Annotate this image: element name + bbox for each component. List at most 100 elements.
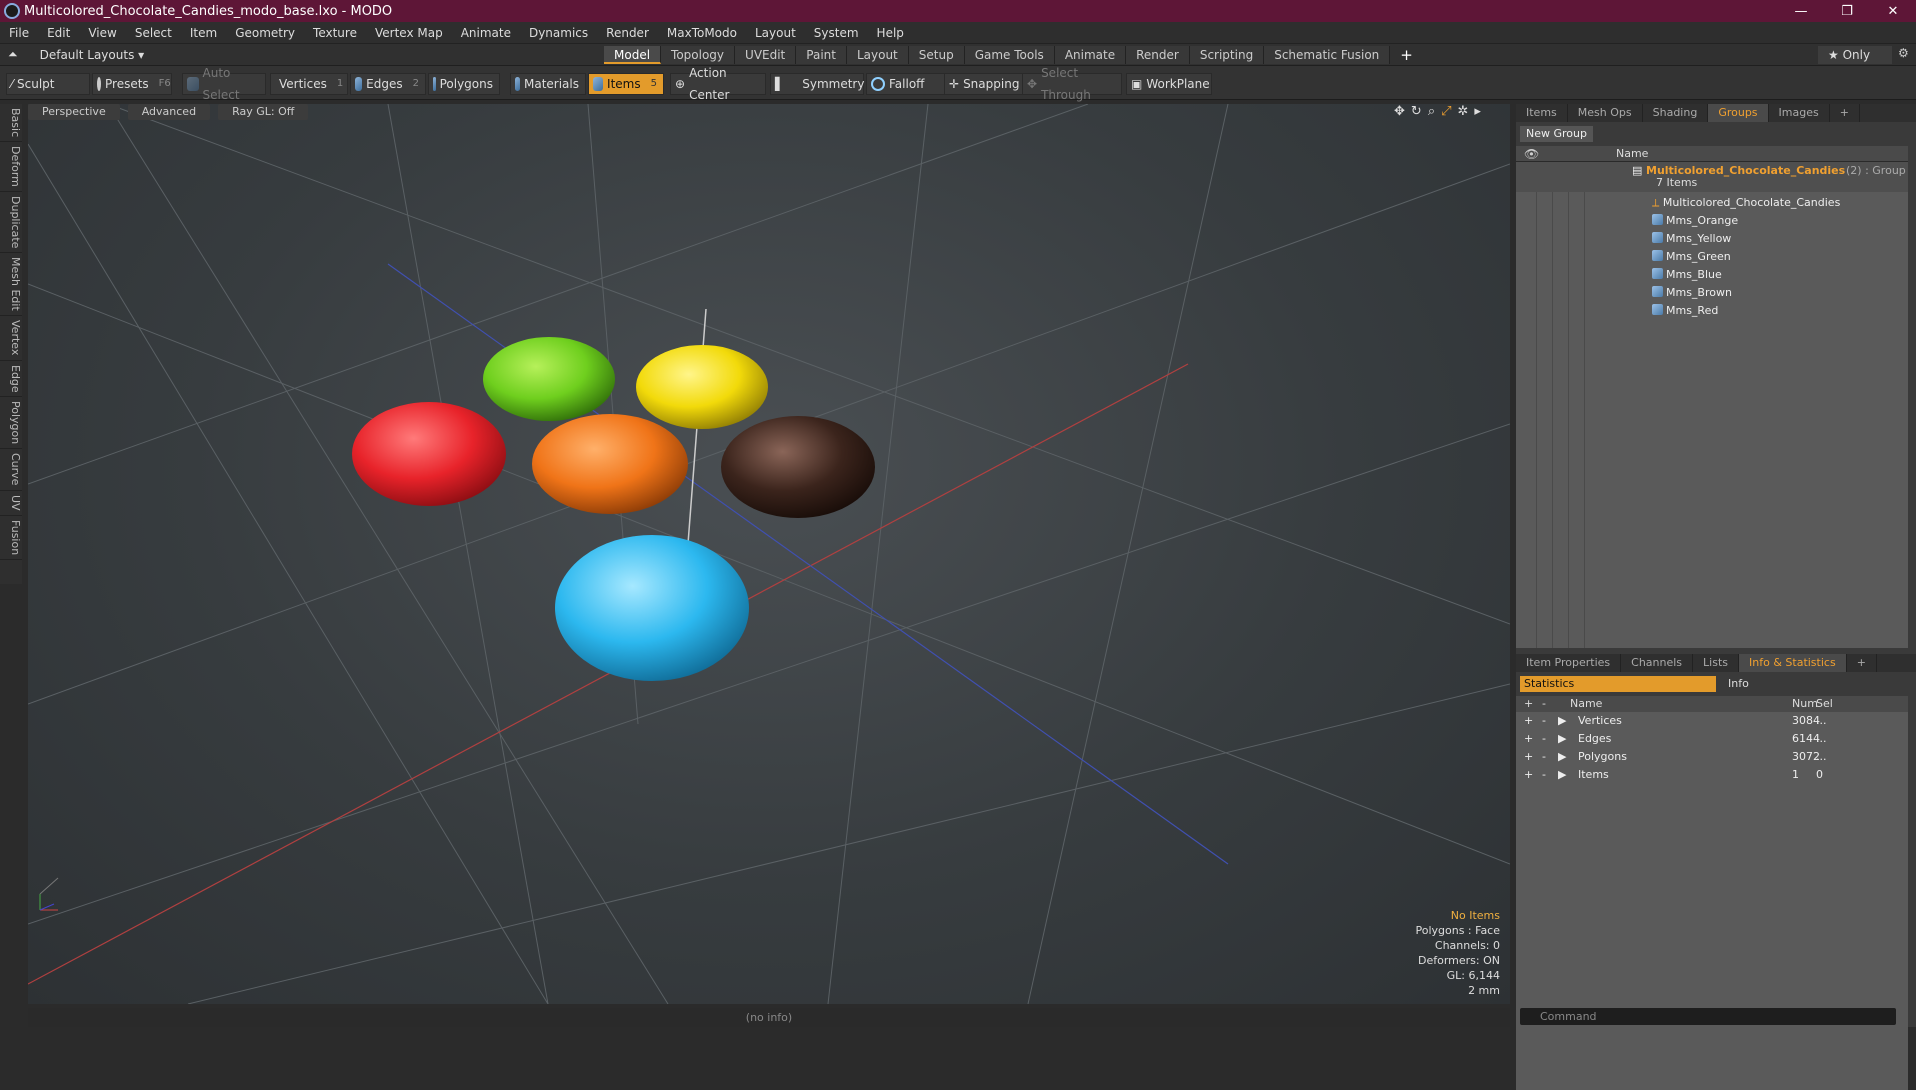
lefttab-duplicate[interactable]: Duplicate (0, 192, 22, 254)
viewport-3d[interactable] (28, 104, 1510, 1004)
maximize-button[interactable]: ❐ (1824, 0, 1870, 22)
tree-item[interactable]: ⟂ Multicolored_Chocolate_Candies (1516, 194, 1908, 212)
tab-shading[interactable]: Shading (1643, 104, 1709, 122)
tree-item[interactable]: Mms_Brown (1516, 284, 1908, 302)
tab-mesh-ops[interactable]: Mesh Ops (1568, 104, 1643, 122)
vertices-button[interactable]: Vertices 1 (270, 73, 348, 95)
statistics-tab[interactable]: Statistics (1520, 676, 1716, 692)
menu-render[interactable]: Render (597, 26, 658, 40)
tab-groups[interactable]: Groups (1708, 104, 1769, 122)
items-button[interactable]: Items 5 (588, 73, 664, 95)
tab-setup[interactable]: Setup (908, 46, 965, 64)
lefttab-vertex[interactable]: Vertex (0, 316, 22, 361)
select-through-button[interactable]: ✥ Select Through (1022, 66, 1122, 102)
lefttab-edge[interactable]: Edge (0, 361, 22, 398)
info-tab[interactable]: Info (1720, 676, 1904, 692)
fit-icon[interactable]: ⤢ (1441, 104, 1451, 119)
close-button[interactable]: ✕ (1870, 0, 1916, 22)
falloff-button[interactable]: Falloff (866, 73, 950, 95)
command-input[interactable]: Command (1520, 1008, 1896, 1025)
tree-item[interactable]: Mms_Red (1516, 302, 1908, 320)
tab-model[interactable]: Model (604, 46, 662, 64)
candy-green[interactable] (483, 337, 615, 421)
candy-brown[interactable] (721, 416, 875, 518)
polygons-button[interactable]: Polygons (428, 73, 500, 95)
mesh-icon (1652, 232, 1663, 243)
menu-animate[interactable]: Animate (452, 26, 520, 40)
tab-lists[interactable]: Lists (1693, 654, 1740, 672)
tab-items[interactable]: Items (1516, 104, 1568, 122)
materials-button[interactable]: Materials (510, 73, 586, 95)
locator-icon: ⟂ (1652, 196, 1660, 209)
new-group-button[interactable]: New Group (1520, 126, 1593, 142)
menu-maxtomodo[interactable]: MaxToModo (658, 26, 746, 40)
shading-advanced-dropdown[interactable]: Advanced (127, 104, 211, 120)
tab-render[interactable]: Render (1126, 46, 1190, 64)
lefttab-uv[interactable]: UV (0, 491, 22, 516)
menu-edit[interactable]: Edit (38, 26, 79, 40)
sculpt-button[interactable]: ⁄ Sculpt (6, 73, 90, 95)
candy-blue[interactable] (555, 535, 749, 681)
tab-item-properties[interactable]: Item Properties (1516, 654, 1622, 672)
lefttab-deform[interactable]: Deform (0, 142, 22, 193)
pan-icon[interactable]: ✥ (1394, 104, 1405, 119)
menu-layout[interactable]: Layout (746, 26, 805, 40)
group-row[interactable]: ▤ Multicolored_Chocolate_Candies (2) : G… (1516, 162, 1908, 192)
lefttab-fusion[interactable]: Fusion (0, 516, 22, 560)
layout-selector[interactable]: ⏶ Default Layouts ▾ (8, 47, 144, 62)
only-toggle[interactable]: ★ Only (1818, 46, 1892, 64)
tab-layout[interactable]: Layout (846, 46, 909, 64)
mesh-icon (1652, 304, 1663, 315)
add-panel-tab-icon[interactable]: + (1847, 654, 1877, 672)
tree-item[interactable]: Mms_Green (1516, 248, 1908, 266)
presets-button[interactable]: Presets F6 (92, 73, 172, 95)
lefttab-polygon[interactable]: Polygon (0, 397, 22, 450)
add-panel-tab-icon[interactable]: + (1830, 104, 1860, 122)
menu-system[interactable]: System (805, 26, 868, 40)
minimize-button[interactable]: — (1778, 0, 1824, 22)
stats-row[interactable]: + - ▶ Edges 6144 ... (1516, 730, 1908, 748)
snapping-button[interactable]: ✛ Snapping (944, 73, 1026, 95)
tab-paint[interactable]: Paint (796, 46, 847, 64)
tab-images[interactable]: Images (1769, 104, 1830, 122)
expand-icon[interactable]: ▸ (1474, 104, 1481, 119)
tab-schematic-fusion[interactable]: Schematic Fusion (1264, 46, 1391, 64)
tab-scripting[interactable]: Scripting (1189, 46, 1265, 64)
auto-select-button[interactable]: Auto Select (182, 66, 266, 102)
candy-orange[interactable] (532, 414, 688, 514)
tab-info-statistics[interactable]: Info & Statistics (1739, 654, 1847, 672)
view-perspective-dropdown[interactable]: Perspective (28, 104, 120, 120)
tree-item[interactable]: Mms_Yellow (1516, 230, 1908, 248)
menu-geometry[interactable]: Geometry (226, 26, 304, 40)
ray-gl-toggle[interactable]: Ray GL: Off (218, 104, 309, 120)
menu-item[interactable]: Item (181, 26, 226, 40)
stats-row[interactable]: + - ▶ Vertices 3084 ... (1516, 712, 1908, 730)
collapse-icon[interactable]: ⏶ (8, 47, 18, 62)
menu-view[interactable]: View (79, 26, 125, 40)
candy-yellow[interactable] (636, 345, 768, 429)
action-center-button[interactable]: ⊕ Action Center (670, 66, 766, 102)
add-tab-button[interactable]: + (1390, 46, 1423, 64)
tree-item[interactable]: Mms_Orange (1516, 212, 1908, 230)
menu-file[interactable]: File (0, 26, 38, 40)
candy-red[interactable] (352, 402, 506, 506)
rotate-icon[interactable]: ↻ (1411, 104, 1422, 119)
symmetry-button[interactable]: ▌ Symmetry (770, 73, 864, 95)
tree-item[interactable]: Mms_Blue (1516, 266, 1908, 284)
stats-row[interactable]: + - ▶ Items 1 0 (1516, 766, 1908, 784)
menu-help[interactable]: Help (868, 26, 913, 40)
lefttab-basic[interactable]: Basic (0, 104, 22, 143)
menu-texture[interactable]: Texture (304, 26, 366, 40)
edges-button[interactable]: Edges 2 (350, 73, 426, 95)
menu-dynamics[interactable]: Dynamics (520, 26, 597, 40)
tab-channels[interactable]: Channels (1621, 654, 1694, 672)
stats-row[interactable]: + - ▶ Polygons 3072 ... (1516, 748, 1908, 766)
settings-icon[interactable]: ✲ (1458, 104, 1469, 119)
zoom-icon[interactable]: ⌕ (1428, 104, 1435, 119)
menu-vertex-map[interactable]: Vertex Map (366, 26, 452, 40)
workplane-button[interactable]: ▣ WorkPlane (1126, 73, 1212, 95)
menu-select[interactable]: Select (126, 26, 181, 40)
lefttab-mesh-edit[interactable]: Mesh Edit (0, 253, 22, 317)
gear-icon[interactable]: ⚙ (1898, 46, 1909, 60)
lefttab-curve[interactable]: Curve (0, 449, 22, 491)
